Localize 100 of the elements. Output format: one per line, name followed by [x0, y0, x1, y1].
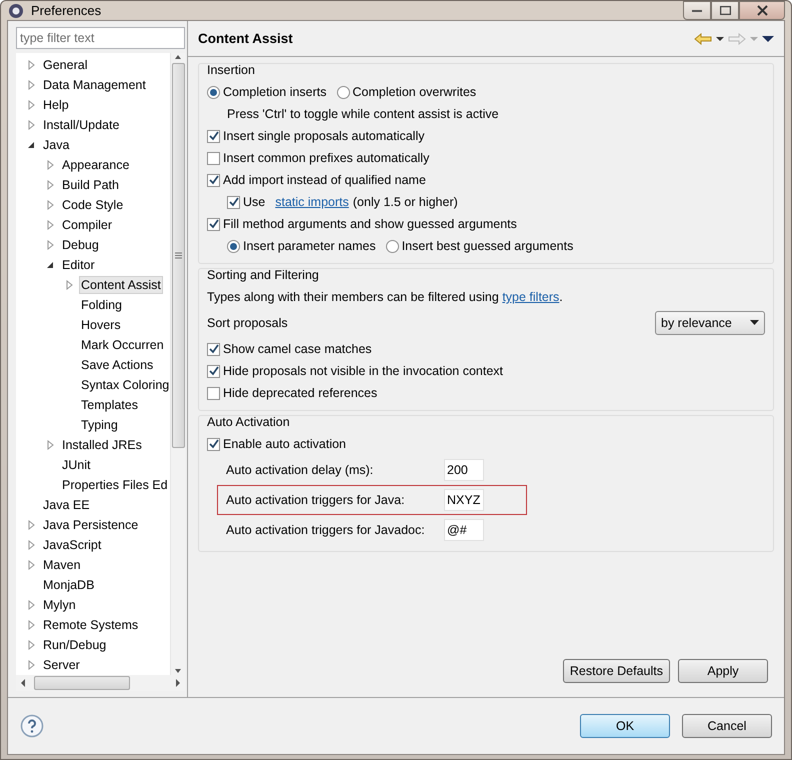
expand-arrow-icon[interactable] — [26, 620, 36, 630]
checkbox[interactable]: Add import instead of qualified name — [207, 173, 426, 187]
tree-item[interactable]: Java Persistence — [41, 516, 140, 534]
group-title: Insertion — [207, 63, 255, 77]
tree-item[interactable]: Templates — [79, 396, 140, 414]
expand-arrow-icon[interactable] — [64, 280, 74, 290]
tree-item[interactable]: Content Assist — [79, 276, 163, 294]
expand-arrow-icon[interactable] — [26, 660, 36, 670]
checkbox[interactable]: Hide proposals not visible in the invocation context — [207, 364, 504, 378]
tree-item[interactable]: General — [41, 56, 90, 74]
collapse-arrow-icon[interactable] — [45, 260, 55, 270]
expand-arrow-icon[interactable] — [26, 640, 36, 650]
tree-item[interactable]: JavaScript — [41, 536, 104, 554]
label: (only 1.5 or higher) — [352, 195, 458, 209]
page-title: Content Assist — [198, 31, 294, 46]
input-field[interactable]: 200 — [444, 459, 484, 481]
expand-arrow-icon[interactable] — [26, 540, 36, 550]
expand-arrow-icon[interactable] — [45, 160, 55, 170]
expand-arrow-icon[interactable] — [26, 100, 36, 110]
tree-item[interactable]: Java — [41, 136, 72, 154]
ok-button[interactable]: OK — [580, 714, 670, 738]
description-text: Types along with their members can be filtered using type filters. — [207, 290, 563, 304]
maximize-icon — [720, 6, 730, 15]
grip-icon — [174, 252, 182, 259]
input-field[interactable]: @# — [444, 519, 484, 541]
tree-item[interactable]: Debug — [60, 236, 101, 254]
tree-item[interactable]: Properties Files Ed — [60, 476, 170, 494]
radio-button[interactable]: Completion overwrites — [336, 85, 476, 99]
radio-button[interactable]: Insert parameter names — [227, 239, 376, 253]
expand-arrow-icon[interactable] — [45, 180, 55, 190]
check-icon — [208, 131, 218, 141]
expand-arrow-icon[interactable] — [45, 220, 55, 230]
label: Sort proposals — [207, 316, 288, 330]
hint-text: Press 'Ctrl' to toggle while content assist is active — [227, 107, 499, 121]
check-icon — [208, 439, 218, 449]
checkbox[interactable]: Insert single proposals automatically — [207, 129, 424, 143]
checkbox[interactable]: Enable auto activation — [207, 437, 346, 451]
tree-item[interactable]: Typing — [79, 416, 120, 434]
check-icon — [208, 366, 218, 376]
tree-item[interactable]: Hovers — [79, 316, 123, 334]
tree-item[interactable]: Compiler — [60, 216, 114, 234]
tree-item[interactable]: Help — [41, 96, 71, 114]
tree-item[interactable]: Maven — [41, 556, 83, 574]
cancel-button[interactable]: Cancel — [682, 714, 772, 738]
scroll-right-icon[interactable] — [175, 679, 181, 687]
scroll-up-icon[interactable] — [174, 53, 182, 61]
checkbox[interactable]: Fill method arguments and show guessed arguments — [207, 217, 517, 231]
tree-item[interactable]: Syntax Coloring — [79, 376, 170, 394]
page-button[interactable]: Apply — [678, 659, 768, 683]
link[interactable]: static imports — [275, 195, 349, 209]
tree-item[interactable]: JUnit — [60, 456, 92, 474]
collapse-arrow-icon[interactable] — [26, 140, 36, 150]
radio-button[interactable]: Insert best guessed arguments — [386, 239, 574, 253]
menu-icon[interactable] — [762, 34, 774, 42]
tree-item[interactable]: Remote Systems — [41, 616, 140, 634]
maximize-button[interactable] — [711, 1, 739, 20]
expand-arrow-icon[interactable] — [26, 80, 36, 90]
expand-arrow-icon[interactable] — [45, 200, 55, 210]
field-label: Auto activation triggers for Javadoc: — [226, 523, 426, 537]
expand-arrow-icon[interactable] — [26, 560, 36, 570]
tree-item[interactable]: Editor — [60, 256, 97, 274]
checkbox[interactable]: Hide deprecated references — [207, 386, 378, 400]
scroll-left-icon[interactable] — [20, 679, 26, 687]
expand-arrow-icon[interactable] — [45, 240, 55, 250]
tree-item[interactable]: Mark Occurren — [79, 336, 166, 354]
expand-arrow-icon[interactable] — [26, 520, 36, 530]
tree-item[interactable]: Installed JREs — [60, 436, 144, 454]
tree-item[interactable]: Code Style — [60, 196, 126, 214]
input-field[interactable]: NXYZ — [444, 489, 484, 511]
expand-arrow-icon[interactable] — [26, 120, 36, 130]
expand-arrow-icon[interactable] — [26, 600, 36, 610]
field-label: Auto activation delay (ms): — [226, 463, 374, 477]
tree-item[interactable]: Mylyn — [41, 596, 78, 614]
tree-item[interactable]: Install/Update — [41, 116, 122, 134]
page-button[interactable]: Restore Defaults — [562, 659, 670, 683]
tree-item[interactable]: Save Actions — [79, 356, 156, 374]
tree-item[interactable]: Data Management — [41, 76, 148, 94]
tree-item[interactable]: Build Path — [60, 176, 121, 194]
tree-item[interactable]: Java EE — [41, 496, 92, 514]
expand-arrow-icon[interactable] — [45, 440, 55, 450]
expand-arrow-icon[interactable] — [26, 60, 36, 70]
minimize-button[interactable] — [683, 1, 711, 20]
dropdown-icon[interactable] — [716, 36, 724, 42]
check-icon — [208, 175, 218, 185]
search-field[interactable]: type filter text — [16, 27, 185, 49]
link[interactable]: type filters — [502, 290, 560, 304]
tree-item[interactable]: Appearance — [60, 156, 132, 174]
checkbox[interactable]: Insert common prefixes automatically — [207, 151, 430, 165]
close-button[interactable] — [739, 1, 785, 20]
group-title: Auto Activation — [207, 415, 290, 429]
tree-item[interactable]: Run/Debug — [41, 636, 108, 654]
tree-item[interactable]: Server — [41, 656, 82, 674]
tree-item[interactable]: Folding — [79, 296, 124, 314]
checkbox[interactable]: Use — [227, 195, 266, 209]
radio-button[interactable]: Completion inserts — [207, 85, 327, 99]
help-icon[interactable] — [20, 714, 44, 738]
checkbox[interactable]: Show camel case matches — [207, 342, 372, 356]
caret-icon — [750, 320, 759, 326]
tree-item[interactable]: MonjaDB — [41, 576, 96, 594]
dropdown[interactable]: by relevance — [655, 311, 765, 335]
